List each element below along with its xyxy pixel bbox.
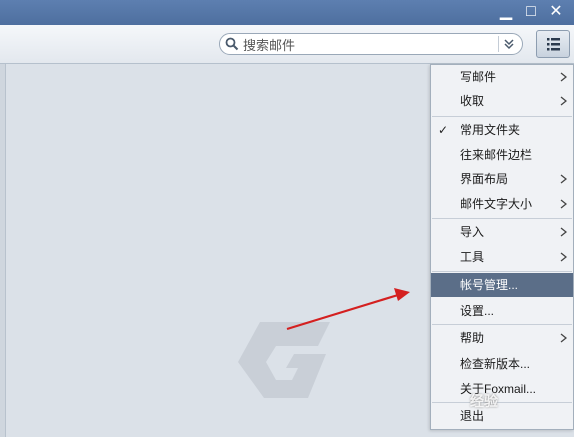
watermark-text: 经验 <box>470 393 498 409</box>
annotation-arrow <box>286 288 410 331</box>
